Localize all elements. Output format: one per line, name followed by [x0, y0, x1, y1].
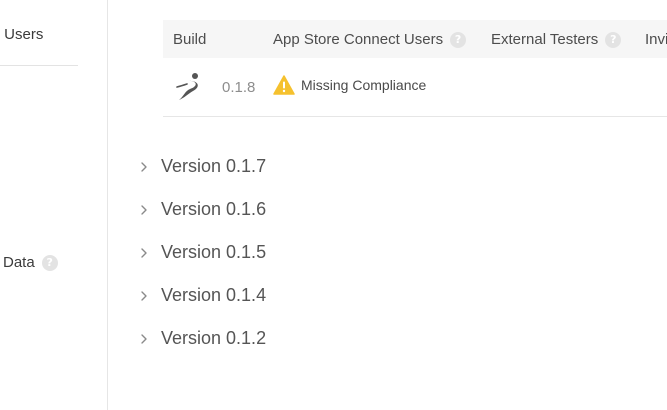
status-text: Missing Compliance [301, 77, 427, 93]
testflight-builds-page: ect Users Data ? Build App Store Connect… [0, 0, 667, 410]
sidebar-item-label: Data [3, 254, 35, 271]
table-header: Build App Store Connect Users ? External… [163, 20, 667, 58]
version-row-0-1-6[interactable]: Version 0.1.6 [139, 199, 266, 220]
version-label: Version 0.1.2 [161, 328, 267, 348]
column-header-label: Invi [645, 31, 667, 48]
chevron-right-icon[interactable] [139, 247, 149, 259]
chevron-right-icon[interactable] [139, 204, 149, 216]
table-row[interactable]: 0.1.8 Missing Compliance [163, 58, 667, 117]
column-header-invites[interactable]: Invi [645, 31, 667, 48]
chevron-right-icon[interactable] [139, 290, 149, 302]
help-icon[interactable]: ? [605, 31, 622, 48]
build-number[interactable]: 0.1.8 [222, 79, 255, 96]
app-build-icon [176, 73, 198, 100]
help-icon[interactable]: ? [41, 254, 58, 271]
chevron-right-icon[interactable] [139, 161, 149, 173]
column-header-label: App Store Connect Users [273, 31, 444, 48]
version-row-0-1-5[interactable]: Version 0.1.5 [139, 242, 266, 263]
version-row-0-1-7[interactable]: Version 0.1.7 [139, 156, 266, 177]
version-label: Version 0.1.5 [161, 242, 267, 262]
version-row-0-1-2[interactable]: Version 0.1.2 [139, 328, 266, 349]
sidebar: ect Users Data ? [0, 0, 108, 410]
version-row-0-1-4[interactable]: Version 0.1.4 [139, 285, 266, 306]
builds-table: Build App Store Connect Users ? External… [163, 20, 667, 117]
column-header-label: Build [173, 31, 207, 48]
status-badge[interactable]: Missing Compliance [273, 75, 426, 95]
sidebar-item-app-store-connect-users[interactable]: ect Users [0, 26, 43, 43]
column-header-app-store-connect-users[interactable]: App Store Connect Users ? [273, 31, 467, 48]
version-label: Version 0.1.7 [161, 156, 267, 176]
column-header-label: External Testers [491, 31, 599, 48]
column-header-external-testers[interactable]: External Testers ? [491, 31, 622, 48]
column-header-build[interactable]: Build [173, 31, 206, 48]
sidebar-item-data[interactable]: Data ? [3, 254, 58, 271]
version-label: Version 0.1.6 [161, 199, 267, 219]
help-icon[interactable]: ? [450, 31, 467, 48]
sidebar-divider [0, 65, 78, 66]
chevron-right-icon[interactable] [139, 333, 149, 345]
version-label: Version 0.1.4 [161, 285, 267, 305]
warning-icon [273, 75, 295, 95]
sidebar-item-label: ect Users [0, 26, 44, 43]
